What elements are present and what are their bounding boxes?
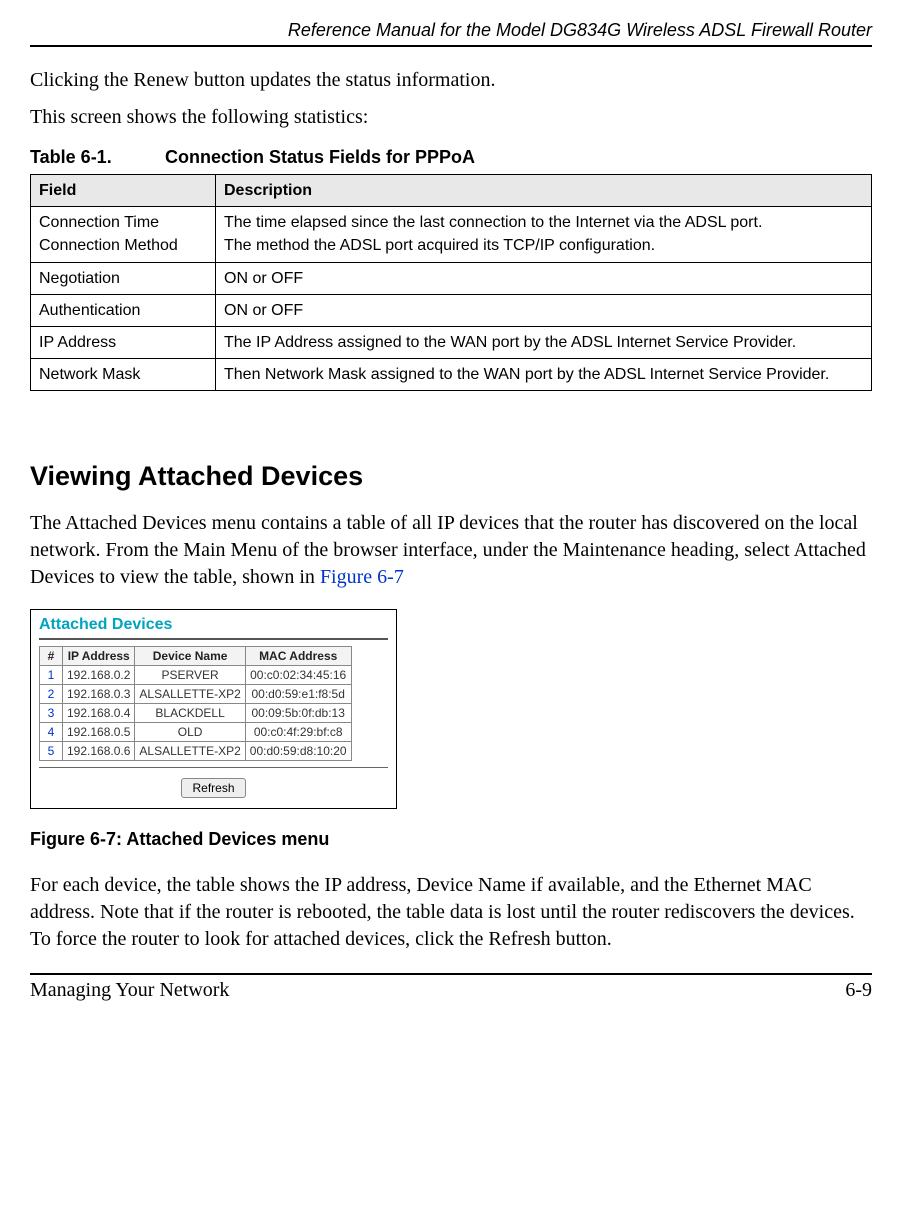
row-index: 2 xyxy=(40,685,63,704)
field-cell: IP Address xyxy=(31,326,216,358)
row-ip: 192.168.0.6 xyxy=(63,742,135,761)
desc-cell: The IP Address assigned to the WAN port … xyxy=(216,326,872,358)
table-header-row: # IP Address Device Name MAC Address xyxy=(40,647,352,666)
row-index: 1 xyxy=(40,666,63,685)
table-row: 5 192.168.0.6 ALSALLETTE-XP2 00:d0:59:d8… xyxy=(40,742,352,761)
section-heading: Viewing Attached Devices xyxy=(30,461,872,492)
figure-attached-devices: Attached Devices # IP Address Device Nam… xyxy=(30,609,397,809)
row-name: ALSALLETTE-XP2 xyxy=(135,685,245,704)
row-ip: 192.168.0.4 xyxy=(63,704,135,723)
table-row: Authentication ON or OFF xyxy=(31,294,872,326)
row-mac: 00:09:5b:0f:db:13 xyxy=(245,704,351,723)
attached-devices-table: # IP Address Device Name MAC Address 1 1… xyxy=(39,646,352,761)
table-row: Connection Time Connection Method The ti… xyxy=(31,207,872,262)
footer-right: 6-9 xyxy=(845,979,872,1002)
row-mac: 00:c0:4f:29:bf:c8 xyxy=(245,723,351,742)
table-label: Table 6-1. xyxy=(30,147,160,168)
field-cell: Authentication xyxy=(31,294,216,326)
figure-divider xyxy=(39,638,388,640)
refresh-button[interactable]: Refresh xyxy=(181,778,245,798)
row-name: PSERVER xyxy=(135,666,245,685)
row-ip: 192.168.0.2 xyxy=(63,666,135,685)
table-row: 4 192.168.0.5 OLD 00:c0:4f:29:bf:c8 xyxy=(40,723,352,742)
figure-link[interactable]: Figure 6-7 xyxy=(320,566,404,588)
row-ip: 192.168.0.5 xyxy=(63,723,135,742)
section-paragraph-2: For each device, the table shows the IP … xyxy=(30,872,872,953)
figure-divider-bottom xyxy=(39,767,388,768)
figure-caption: Figure 6-7: Attached Devices menu xyxy=(30,829,872,850)
row-mac: 00:c0:02:34:45:16 xyxy=(245,666,351,685)
row-index: 4 xyxy=(40,723,63,742)
col-field: Field xyxy=(31,175,216,207)
table-title: Connection Status Fields for PPPoA xyxy=(165,147,475,167)
table-row: 1 192.168.0.2 PSERVER 00:c0:02:34:45:16 xyxy=(40,666,352,685)
desc-cell: The time elapsed since the last connecti… xyxy=(216,207,872,262)
row-ip: 192.168.0.3 xyxy=(63,685,135,704)
field-cell: Connection Time Connection Method xyxy=(31,207,216,262)
row-index: 5 xyxy=(40,742,63,761)
col-description: Description xyxy=(216,175,872,207)
table-row: 3 192.168.0.4 BLACKDELL 00:09:5b:0f:db:1… xyxy=(40,704,352,723)
col-hash: # xyxy=(40,647,63,666)
field-cell: Negotiation xyxy=(31,262,216,294)
field-cell: Network Mask xyxy=(31,359,216,391)
footer-rule xyxy=(30,973,872,975)
row-name: ALSALLETTE-XP2 xyxy=(135,742,245,761)
row-index: 3 xyxy=(40,704,63,723)
col-device-name: Device Name xyxy=(135,647,245,666)
figure-title: Attached Devices xyxy=(31,610,396,638)
intro-paragraph-1: Clicking the Renew button updates the st… xyxy=(30,67,872,94)
section-paragraph-1: The Attached Devices menu contains a tab… xyxy=(30,510,872,591)
row-name: BLACKDELL xyxy=(135,704,245,723)
desc-cell: Then Network Mask assigned to the WAN po… xyxy=(216,359,872,391)
header-rule xyxy=(30,45,872,47)
table-row: IP Address The IP Address assigned to th… xyxy=(31,326,872,358)
row-mac: 00:d0:59:d8:10:20 xyxy=(245,742,351,761)
table-caption: Table 6-1. Connection Status Fields for … xyxy=(30,147,872,168)
col-mac: MAC Address xyxy=(245,647,351,666)
col-ip: IP Address xyxy=(63,647,135,666)
table-row: Network Mask Then Network Mask assigned … xyxy=(31,359,872,391)
footer-left: Managing Your Network xyxy=(30,979,229,1002)
table-header-row: Field Description xyxy=(31,175,872,207)
row-name: OLD xyxy=(135,723,245,742)
status-table: Field Description Connection Time Connec… xyxy=(30,174,872,391)
desc-cell: ON or OFF xyxy=(216,294,872,326)
row-mac: 00:d0:59:e1:f8:5d xyxy=(245,685,351,704)
desc-cell: ON or OFF xyxy=(216,262,872,294)
table-row: 2 192.168.0.3 ALSALLETTE-XP2 00:d0:59:e1… xyxy=(40,685,352,704)
header-title: Reference Manual for the Model DG834G Wi… xyxy=(30,20,872,45)
intro-paragraph-2: This screen shows the following statisti… xyxy=(30,104,872,131)
table-row: Negotiation ON or OFF xyxy=(31,262,872,294)
